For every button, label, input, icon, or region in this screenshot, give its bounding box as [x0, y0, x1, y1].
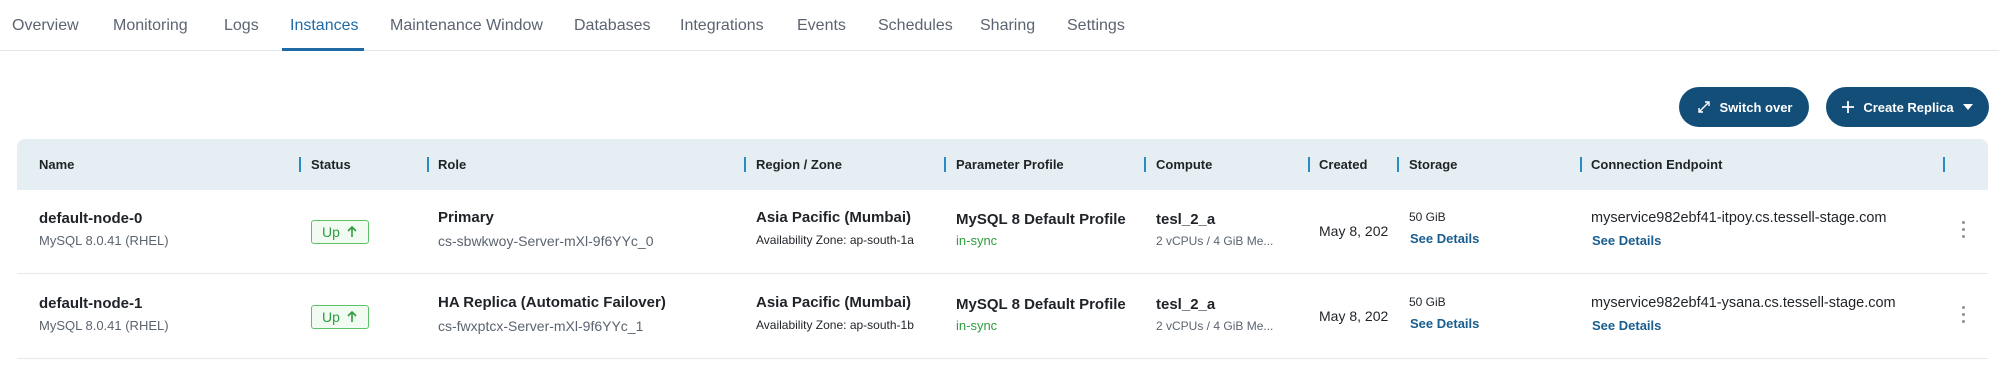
status-label: Up — [322, 309, 340, 325]
arrow-up-icon — [347, 226, 357, 237]
tab-events[interactable]: Events — [797, 17, 846, 35]
storage-size: 50 GiB — [1409, 295, 1446, 309]
instance-engine: MySQL 8.0.41 (RHEL) — [39, 233, 169, 248]
switch-over-button[interactable]: Switch over — [1679, 87, 1809, 127]
caret-down-icon[interactable] — [1962, 103, 1974, 111]
region-name: Asia Pacific (Mumbai) — [756, 294, 912, 311]
storage-size: 50 GiB — [1409, 210, 1446, 224]
role-name: HA Replica (Automatic Failover) — [438, 294, 666, 311]
compute-shape: tesl_2_a — [1156, 296, 1216, 313]
tab-instances[interactable]: Instances — [290, 17, 358, 35]
parameter-profile-name[interactable]: MySQL 8 Default Profile — [956, 211, 1126, 228]
header-role[interactable]: Role — [438, 157, 466, 172]
header-connection-endpoint[interactable]: Connection Endpoint — [1591, 157, 1722, 172]
diagonal-arrows-icon — [1697, 101, 1710, 113]
tab-logs[interactable]: Logs — [224, 17, 259, 35]
header-storage[interactable]: Storage — [1409, 157, 1457, 172]
header-compute[interactable]: Compute — [1156, 157, 1212, 172]
tab-settings[interactable]: Settings — [1067, 17, 1125, 35]
switch-over-label: Switch over — [1719, 99, 1793, 115]
storage-see-details-link[interactable]: See Details — [1410, 316, 1479, 331]
availability-zone: Availability Zone: ap-south-1a — [756, 233, 914, 247]
endpoint-see-details-link[interactable]: See Details — [1592, 233, 1661, 248]
status-label: Up — [322, 224, 340, 240]
header-name[interactable]: Name — [39, 157, 74, 172]
tab-sharing[interactable]: Sharing — [980, 17, 1035, 35]
table-row[interactable]: default-node-1 MySQL 8.0.41 (RHEL) Up HA… — [17, 275, 1988, 359]
profile-sync-status: in-sync — [956, 318, 998, 333]
instances-table: Name Status Role Region / Zone Parameter… — [17, 139, 1988, 385]
header-parameter-profile[interactable]: Parameter Profile — [956, 157, 1064, 172]
column-resizer[interactable] — [427, 157, 429, 172]
arrow-up-icon — [347, 311, 357, 322]
instance-name[interactable]: default-node-1 — [39, 295, 142, 312]
parameter-profile-name[interactable]: MySQL 8 Default Profile — [956, 296, 1126, 313]
table-header: Name Status Role Region / Zone Parameter… — [17, 139, 1988, 190]
active-tab-indicator — [282, 48, 364, 51]
create-replica-label: Create Replica — [1863, 99, 1954, 115]
storage-see-details-link[interactable]: See Details — [1410, 231, 1479, 246]
created-date: May 8, 202 — [1319, 308, 1389, 324]
region-name: Asia Pacific (Mumbai) — [756, 209, 912, 226]
kebab-icon[interactable] — [1957, 219, 1969, 239]
instance-name[interactable]: default-node-0 — [39, 210, 142, 227]
instance-engine: MySQL 8.0.41 (RHEL) — [39, 318, 169, 333]
header-region-zone[interactable]: Region / Zone — [756, 157, 842, 172]
endpoint-see-details-link[interactable]: See Details — [1592, 318, 1661, 333]
tab-overview[interactable]: Overview — [12, 17, 79, 35]
column-resizer[interactable] — [1308, 157, 1310, 172]
connection-endpoint[interactable]: myservice982ebf41-itpoy.cs.tessell-stage… — [1591, 210, 1887, 226]
tab-databases[interactable]: Databases — [574, 17, 651, 35]
tab-maintenance-window[interactable]: Maintenance Window — [390, 17, 543, 35]
column-resizer[interactable] — [1144, 157, 1146, 172]
created-date: May 8, 202 — [1319, 223, 1389, 239]
column-resizer[interactable] — [1397, 157, 1399, 172]
tab-bar: Overview Monitoring Logs Instances Maint… — [0, 0, 1999, 51]
header-created[interactable]: Created — [1319, 157, 1367, 172]
create-replica-button[interactable]: Create Replica — [1826, 87, 1989, 127]
column-resizer[interactable] — [299, 157, 301, 172]
column-resizer[interactable] — [744, 157, 746, 172]
server-name: cs-sbwkwoy-Server-mXl-9f6YYc_0 — [438, 233, 654, 249]
profile-sync-status: in-sync — [956, 233, 998, 248]
column-resizer[interactable] — [1943, 157, 1945, 172]
plus-icon — [1842, 101, 1855, 113]
tab-schedules[interactable]: Schedules — [878, 17, 953, 35]
compute-details: 2 vCPUs / 4 GiB Me... — [1156, 234, 1274, 248]
server-name: cs-fwxptcx-Server-mXl-9f6YYc_1 — [438, 318, 644, 334]
compute-shape: tesl_2_a — [1156, 211, 1216, 228]
status-badge: Up — [311, 305, 369, 329]
tab-monitoring[interactable]: Monitoring — [113, 17, 188, 35]
tab-integrations[interactable]: Integrations — [680, 17, 764, 35]
kebab-icon[interactable] — [1957, 304, 1969, 324]
table-row[interactable]: default-node-0 MySQL 8.0.41 (RHEL) Up Pr… — [17, 190, 1988, 274]
availability-zone: Availability Zone: ap-south-1b — [756, 318, 914, 332]
column-resizer[interactable] — [944, 157, 946, 172]
status-badge: Up — [311, 220, 369, 244]
header-status[interactable]: Status — [311, 157, 351, 172]
column-resizer[interactable] — [1580, 157, 1582, 172]
role-name: Primary — [438, 209, 494, 226]
compute-details: 2 vCPUs / 4 GiB Me... — [1156, 319, 1274, 333]
connection-endpoint[interactable]: myservice982ebf41-ysana.cs.tessell-stage… — [1591, 295, 1896, 311]
